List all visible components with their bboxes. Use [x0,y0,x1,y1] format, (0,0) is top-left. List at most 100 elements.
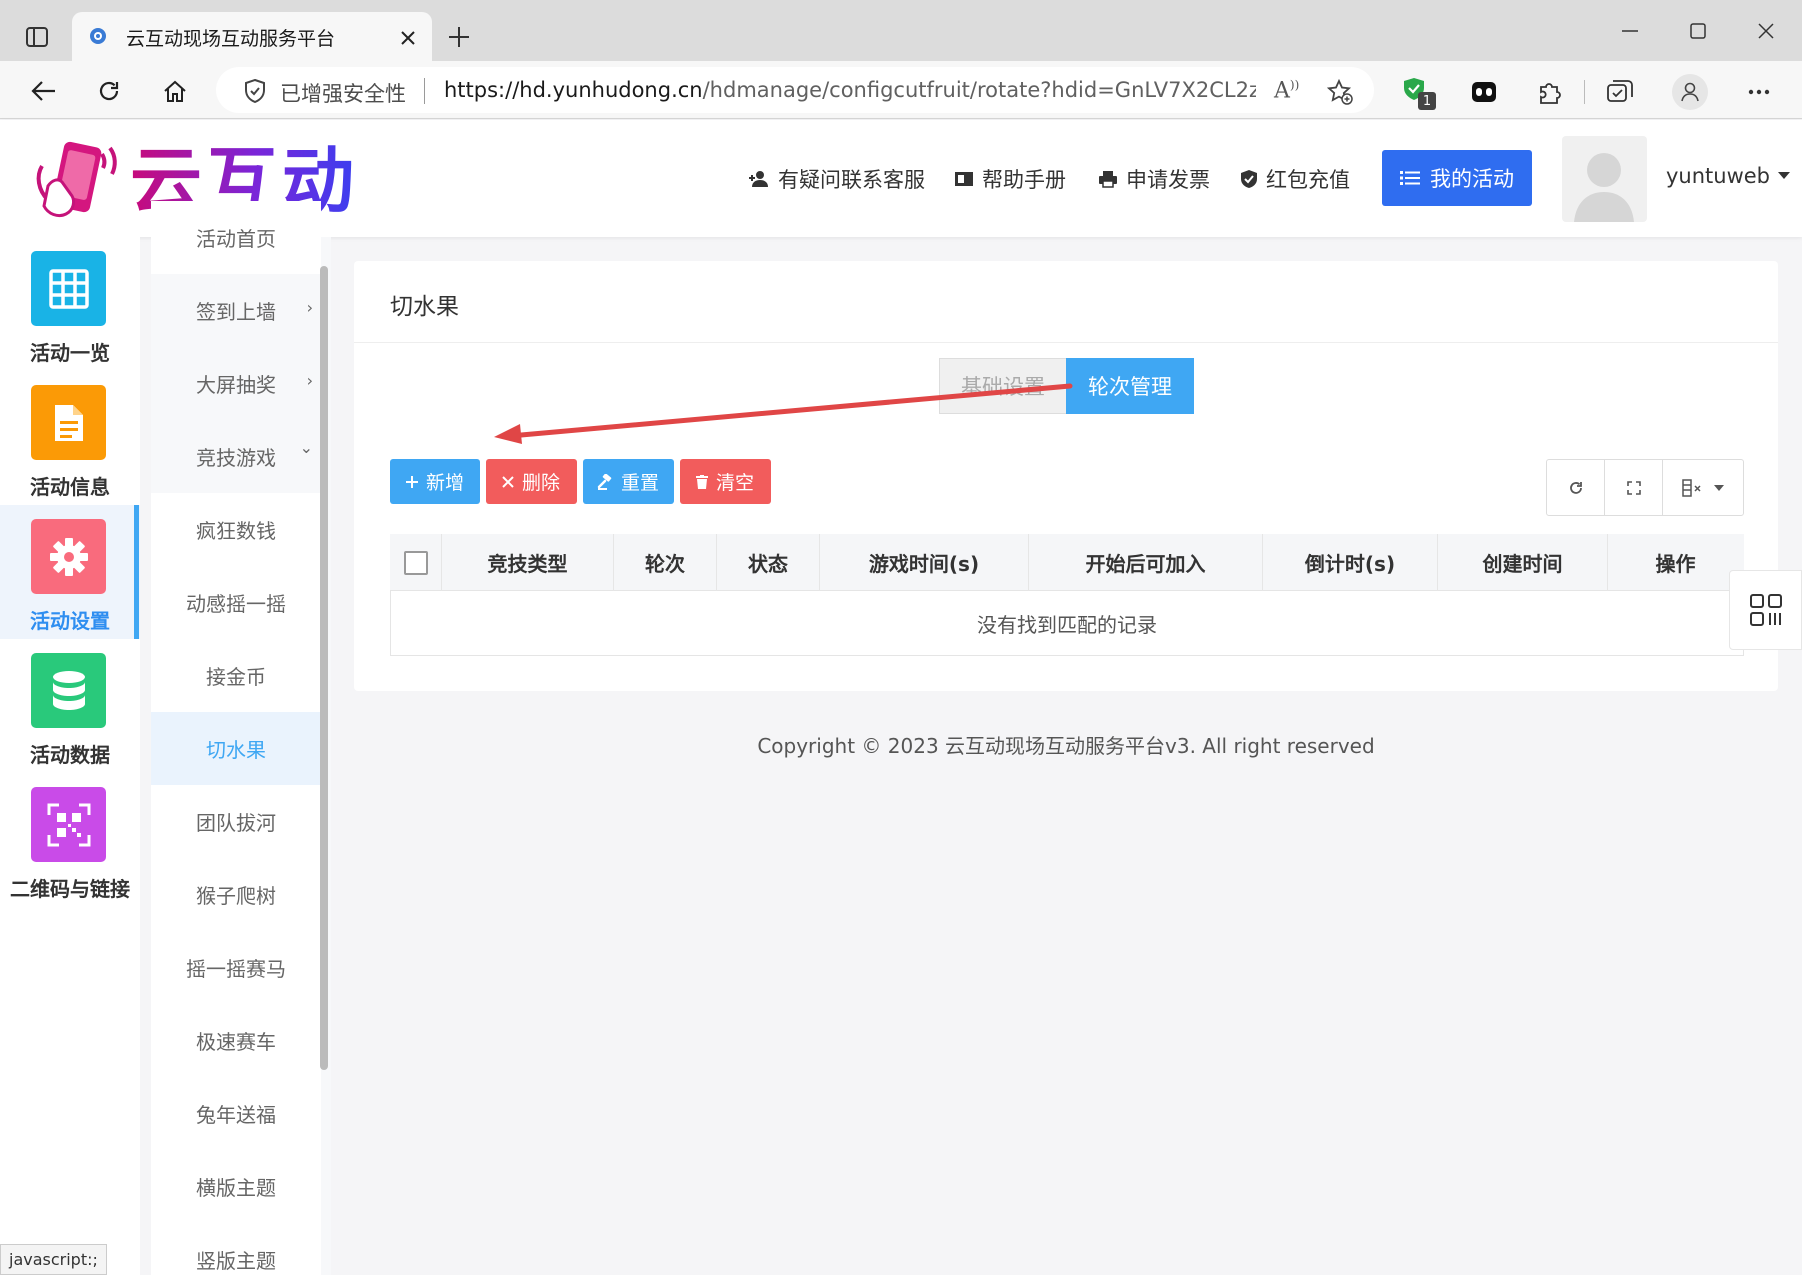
column-header[interactable]: 竞技类型 [442,534,614,591]
caret-down-icon [1778,172,1791,179]
subnav-rabbit-blessing[interactable]: 兔年送福 [151,1077,321,1150]
caret-down-icon [1714,484,1724,491]
home-icon[interactable] [158,74,192,108]
window-maximize-icon[interactable] [1680,18,1716,44]
delete-button[interactable]: 删除 [486,459,577,504]
subnav-landscape-theme[interactable]: 横版主题 [151,1150,321,1223]
column-header[interactable]: 倒计时(s) [1263,534,1438,591]
nav-icon-box [31,787,106,862]
new-tab-icon[interactable] [444,22,474,52]
my-activities-button[interactable]: 我的活动 [1382,150,1532,206]
back-icon[interactable] [26,74,60,108]
column-header[interactable]: 开始后可加入 [1029,534,1263,591]
address-url-host: https://hd.yunhudong.cn [444,78,703,102]
subnav-monkey-climb[interactable]: 猴子爬树 [151,858,321,931]
extensions-puzzle-icon[interactable] [1534,76,1566,108]
favorite-add-icon[interactable] [1324,76,1356,108]
subnav-label: 团队拔河 [196,811,276,835]
gavel-icon [597,473,612,490]
add-button[interactable]: 新增 [390,459,480,504]
read-aloud-icon[interactable]: A)) [1274,78,1299,103]
nav-activity-data[interactable]: 活动数据 [0,639,140,773]
subnav-big-screen-lottery[interactable]: 大屏抽奖 › [151,347,321,420]
address-url[interactable]: https://hd.yunhudong.cn/hdmanage/configc… [444,78,1256,102]
window-minimize-icon[interactable] [1612,18,1648,44]
shield-check-icon [1241,170,1257,188]
window-close-icon[interactable] [1748,18,1784,44]
tab-close-icon[interactable] [396,26,420,50]
table-refresh-button[interactable] [1547,460,1605,515]
column-header[interactable]: 轮次 [614,534,717,591]
tab-round-management[interactable]: 轮次管理 [1066,358,1194,414]
user-plus-icon [749,171,768,187]
site-favicon-icon [88,26,108,46]
reset-button[interactable]: 重置 [583,459,674,504]
subnav-speed-racing[interactable]: 极速赛车 [151,1004,321,1077]
subnav-shake[interactable]: 动感摇一摇 [151,566,321,639]
sidebar-scrollbar[interactable] [320,266,328,1070]
red-packet-recharge-label: 红包充值 [1266,168,1350,192]
user-menu[interactable]: yuntuweb [1666,164,1791,188]
floating-qrcode-button[interactable] [1729,570,1802,650]
book-icon [955,172,973,186]
column-header[interactable]: 操作 [1608,534,1743,591]
column-header[interactable]: 创建时间 [1438,534,1608,591]
subnav-cut-fruit[interactable]: 切水果 [151,712,321,785]
table-fullscreen-button[interactable] [1605,460,1663,515]
collections-icon[interactable] [1604,76,1636,108]
contact-support-link[interactable]: 有疑问联系客服 [748,164,925,194]
nav-label: 活动一览 [30,341,110,365]
subnav-horse-race[interactable]: 摇一摇赛马 [151,931,321,1004]
column-header[interactable]: 状态 [717,534,820,591]
plus-icon [406,475,418,488]
subnav-tug-of-war[interactable]: 团队拔河 [151,785,321,858]
phone-logo-icon[interactable] [30,136,122,222]
subnav-label: 摇一摇赛马 [186,957,286,981]
nav-label: 活动数据 [30,743,110,767]
nav-qrcode-links[interactable]: 二维码与链接 [0,773,140,907]
avatar[interactable] [1562,136,1647,222]
fullscreen-icon [1626,480,1641,495]
nav-activity-info[interactable]: 活动信息 [0,371,140,505]
subnav-catch-coins[interactable]: 接金币 [151,639,321,712]
address-url-path: /hdmanage/configcutfruit/rotate?hdid=GnL… [702,78,1256,102]
subnav-activity-home[interactable]: 活动首页 [151,201,321,274]
subnav-label: 竞技游戏 [196,446,276,470]
shield-icon[interactable] [244,79,266,103]
column-header[interactable]: 游戏时间(s) [820,534,1029,591]
invoice-link[interactable]: 申请发票 [1098,164,1210,194]
refresh-icon[interactable] [92,74,126,108]
nav-activity-list[interactable]: 活动一览 [0,237,140,371]
red-packet-recharge-link[interactable]: 红包充值 [1240,164,1350,194]
add-label: 新增 [426,472,465,494]
extension-game-icon[interactable] [1468,76,1500,108]
contact-support-label: 有疑问联系客服 [778,168,925,192]
subnav-label: 活动首页 [196,227,276,251]
select-all-cell [390,534,442,591]
chevron-down-icon: ⌄ [299,438,313,457]
address-security-label[interactable]: 已增强安全性 [280,78,406,108]
select-all-checkbox[interactable] [403,550,428,575]
table-tools [1546,459,1744,516]
subnav-label: 疯狂数钱 [196,519,276,543]
subnav-crazy-money[interactable]: 疯狂数钱 [151,493,321,566]
subnav-label: 猴子爬树 [196,884,276,908]
refresh-icon [1569,481,1582,494]
reset-label: 重置 [621,472,660,494]
nav-activity-settings[interactable]: 活动设置 [0,505,140,639]
help-manual-link[interactable]: 帮助手册 [954,164,1066,194]
subnav-competitive-games[interactable]: 竞技游戏 ⌄ [151,420,321,493]
table-empty-message: 没有找到匹配的记录 [977,613,1157,637]
subnav-checkin-wall[interactable]: 签到上墙 › [151,274,321,347]
status-bar: javascript:; [0,1244,107,1275]
table-columns-button[interactable] [1663,460,1743,515]
tab-actions-icon[interactable] [20,20,54,54]
profile-icon[interactable] [1672,74,1708,110]
more-options-icon[interactable] [1742,76,1776,108]
address-divider [424,78,425,104]
annotation-arrow [494,383,1073,444]
subnav-portrait-theme[interactable]: 竖版主题 [151,1223,321,1275]
clear-button[interactable]: 清空 [680,459,771,504]
nav-label: 二维码与链接 [10,877,130,901]
gear-icon [49,537,88,576]
